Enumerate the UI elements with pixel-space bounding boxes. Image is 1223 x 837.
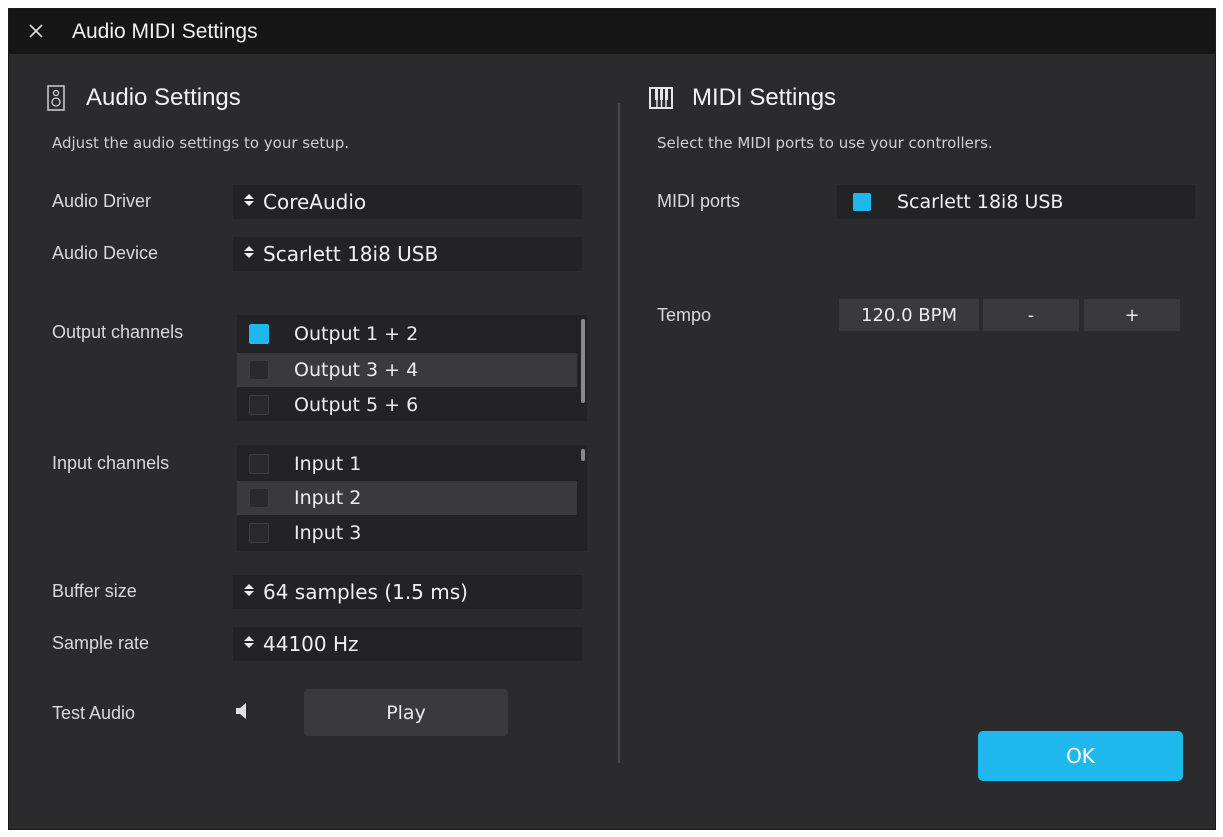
tempo-label: Tempo xyxy=(657,305,712,325)
speaker-icon xyxy=(47,85,65,111)
output-channel-row[interactable]: Output 1 + 2 xyxy=(237,317,577,351)
sample-rate-value: 44100 Hz xyxy=(263,632,359,656)
sample-rate-select[interactable]: 44100 Hz xyxy=(233,627,582,661)
audio-device-value: Scarlett 18i8 USB xyxy=(263,242,439,266)
buffer-size-select[interactable]: 64 samples (1.5 ms) xyxy=(233,575,582,609)
input-channels-label: Input channels xyxy=(52,453,170,473)
window-title: Audio MIDI Settings xyxy=(72,20,258,43)
audio-device-label: Audio Device xyxy=(52,243,159,263)
updown-arrows-icon xyxy=(243,583,255,601)
tempo-increment-button[interactable]: + xyxy=(1084,299,1180,331)
output-channel-label: Output 5 + 6 xyxy=(294,394,419,416)
updown-arrows-icon xyxy=(243,245,255,263)
input-channel-row[interactable]: Input 2 xyxy=(237,481,577,515)
output-scrollbar[interactable] xyxy=(581,319,585,403)
midi-ports-label: MIDI ports xyxy=(657,191,741,211)
input-channel-label: Input 1 xyxy=(294,453,362,475)
output-channels-label: Output channels xyxy=(52,322,184,342)
audio-settings-subtitle: Adjust the audio settings to your setup. xyxy=(52,134,350,152)
buffer-size-label: Buffer size xyxy=(52,581,137,601)
output-channel-label: Output 3 + 4 xyxy=(294,359,419,381)
input-channel-label: Input 3 xyxy=(294,522,362,544)
checkbox-checked[interactable] xyxy=(853,193,871,211)
input-scrollbar[interactable] xyxy=(581,449,585,461)
input-channel-label: Input 2 xyxy=(294,487,362,509)
tempo-decrement-button[interactable]: - xyxy=(983,299,1079,331)
checkbox-unchecked[interactable] xyxy=(249,488,269,508)
input-channel-row[interactable]: Input 3 xyxy=(237,516,577,550)
audio-midi-settings-window: Audio MIDI Settings Audio Settings Adjus… xyxy=(8,8,1216,830)
input-channel-row[interactable]: Input 1 xyxy=(237,447,577,481)
buffer-size-value: 64 samples (1.5 ms) xyxy=(263,580,468,604)
audio-driver-select[interactable]: CoreAudio xyxy=(233,185,582,219)
midi-settings-subtitle: Select the MIDI ports to use your contro… xyxy=(657,134,993,152)
output-channel-label: Output 1 + 2 xyxy=(294,323,419,345)
input-channels-list[interactable]: Input 1 Input 2 Input 3 xyxy=(237,445,587,551)
tempo-value-field[interactable]: 120.0 BPM xyxy=(839,299,979,331)
checkbox-unchecked[interactable] xyxy=(249,395,269,415)
sample-rate-label: Sample rate xyxy=(52,633,150,653)
checkbox-unchecked[interactable] xyxy=(249,360,269,380)
output-channel-row[interactable]: Output 3 + 4 xyxy=(237,353,577,387)
audio-device-select[interactable]: Scarlett 18i8 USB xyxy=(233,237,582,271)
updown-arrows-icon xyxy=(243,635,255,653)
audio-settings-heading: Audio Settings xyxy=(86,84,241,111)
audio-driver-value: CoreAudio xyxy=(263,190,367,214)
volume-icon xyxy=(236,703,246,719)
checkbox-unchecked[interactable] xyxy=(249,454,269,474)
title-bar: Audio MIDI Settings xyxy=(9,9,1215,54)
ok-button[interactable]: OK xyxy=(978,731,1183,781)
checkbox-checked[interactable] xyxy=(249,324,269,344)
piano-icon xyxy=(649,87,673,109)
section-divider xyxy=(618,103,620,763)
audio-driver-label: Audio Driver xyxy=(52,191,152,211)
close-icon xyxy=(29,24,43,38)
output-channel-row[interactable]: Output 5 + 6 xyxy=(237,388,577,422)
output-channels-list[interactable]: Output 1 + 2 Output 3 + 4 Output 5 + 6 xyxy=(237,315,587,421)
play-button[interactable]: Play xyxy=(304,689,508,736)
test-audio-label: Test Audio xyxy=(52,703,136,723)
midi-settings-heading: MIDI Settings xyxy=(692,84,837,111)
midi-port-label: Scarlett 18i8 USB xyxy=(897,191,1064,213)
checkbox-unchecked[interactable] xyxy=(249,523,269,543)
close-button[interactable] xyxy=(25,20,47,42)
updown-arrows-icon xyxy=(243,193,255,211)
midi-port-row[interactable]: Scarlett 18i8 USB xyxy=(837,185,1195,219)
